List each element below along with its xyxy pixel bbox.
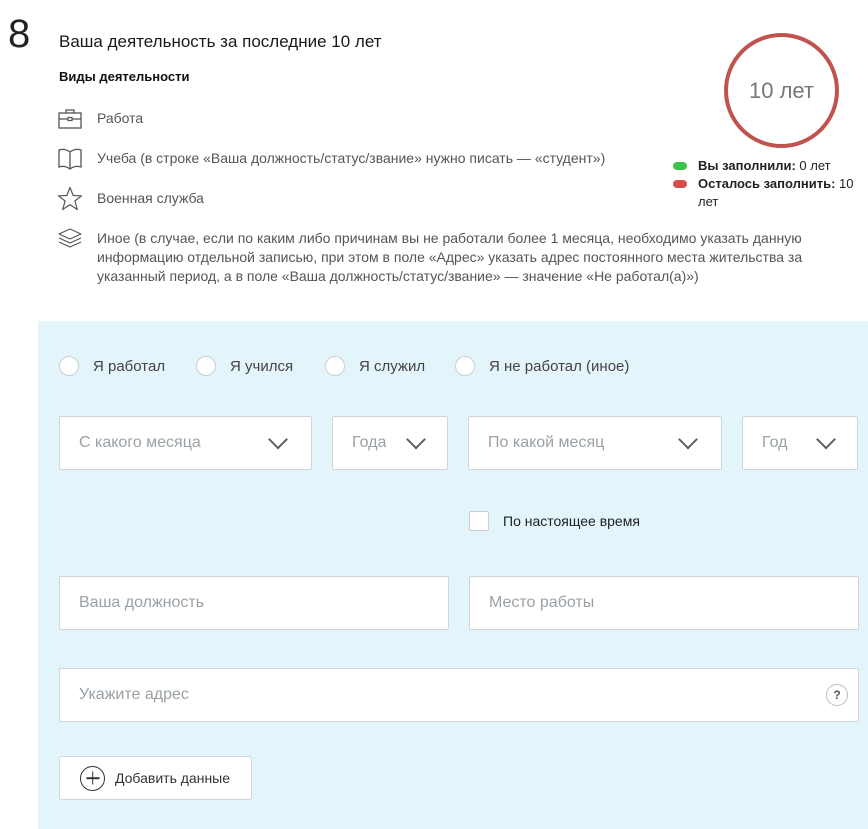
filled-value: 0 лет — [795, 158, 831, 173]
radio-studied[interactable]: Я учился — [196, 356, 293, 376]
remaining-dot-icon — [673, 180, 687, 188]
to-year-select[interactable]: Год — [742, 416, 858, 470]
from-year-placeholder: Года — [352, 434, 387, 451]
progress-legend: Вы заполнили: 0 лет Осталось заполнить: … — [673, 157, 868, 211]
add-data-label: Добавить данные — [115, 770, 231, 786]
radio-circle-icon[interactable] — [196, 356, 216, 376]
kind-item-military: Военная служба — [57, 186, 204, 212]
radio-circle-icon[interactable] — [455, 356, 475, 376]
chevron-down-icon[interactable] — [678, 429, 698, 450]
kind-label: Иное (в случае, если по каким либо причи… — [97, 230, 803, 284]
radio-served[interactable]: Я служил — [325, 356, 425, 376]
to-year-placeholder: Год — [762, 434, 788, 451]
filled-dot-icon — [673, 162, 687, 170]
from-month-placeholder: С какого месяца — [79, 434, 201, 451]
legend-filled: Вы заполнили: 0 лет — [673, 157, 868, 175]
chevron-down-icon[interactable] — [406, 429, 426, 450]
radio-label: Я не работал (иное) — [489, 357, 630, 375]
kind-item-other: Иное (в случае, если по каким либо причи… — [57, 226, 857, 286]
from-month-select[interactable]: С какого месяца — [59, 416, 312, 470]
checkbox-box[interactable] — [469, 511, 489, 531]
book-icon — [57, 146, 83, 172]
years-progress-circle: 10 лет — [724, 33, 839, 148]
position-placeholder: Ваша должность — [79, 594, 205, 611]
workplace-placeholder: Место работы — [489, 594, 595, 611]
position-input[interactable]: Ваша должность — [59, 576, 449, 630]
to-month-select[interactable]: По какой месяц — [468, 416, 722, 470]
radio-circle-icon[interactable] — [59, 356, 79, 376]
radio-worked[interactable]: Я работал — [59, 356, 165, 376]
chevron-down-icon[interactable] — [268, 429, 288, 450]
kind-label: Военная служба — [97, 190, 204, 206]
step-number: 8 — [8, 12, 31, 56]
radio-label: Я работал — [93, 357, 166, 375]
briefcase-icon — [57, 106, 83, 132]
radio-label: Я учился — [230, 357, 294, 375]
legend-remaining: Осталось заполнить: 10 лет — [673, 175, 868, 211]
activity-form — [38, 321, 868, 829]
present-time-checkbox[interactable]: По настоящее время — [469, 511, 640, 531]
kind-label: Учеба (в строке «Ваша должность/статус/з… — [97, 150, 606, 166]
add-data-button[interactable]: Добавить данные — [59, 756, 252, 800]
kind-item-study: Учеба (в строке «Ваша должность/статус/з… — [57, 146, 605, 172]
star-icon — [57, 186, 83, 212]
section-title: Ваша деятельность за последние 10 лет — [59, 32, 382, 51]
address-placeholder: Укажите адрес — [79, 686, 189, 703]
present-time-label: По настоящее время — [503, 513, 640, 529]
chevron-down-icon[interactable] — [816, 429, 836, 450]
kind-item-work: Работа — [57, 106, 143, 132]
activity-kinds-heading: Виды деятельности — [59, 69, 190, 84]
to-month-placeholder: По какой месяц — [488, 434, 605, 451]
remaining-label: Осталось заполнить: — [698, 176, 836, 191]
radio-circle-icon[interactable] — [325, 356, 345, 376]
layers-icon — [57, 226, 83, 252]
from-year-select[interactable]: Года — [332, 416, 448, 470]
years-progress-label: 10 лет — [748, 77, 814, 103]
address-input[interactable]: Укажите адрес ? — [59, 668, 859, 722]
radio-label: Я служил — [359, 357, 426, 375]
help-icon[interactable]: ? — [826, 684, 848, 706]
kind-label: Работа — [97, 110, 144, 126]
filled-label: Вы заполнили: — [698, 158, 796, 173]
workplace-input[interactable]: Место работы — [469, 576, 859, 630]
plus-circle-icon — [80, 765, 105, 791]
radio-not-worked[interactable]: Я не работал (иное) — [455, 356, 629, 376]
